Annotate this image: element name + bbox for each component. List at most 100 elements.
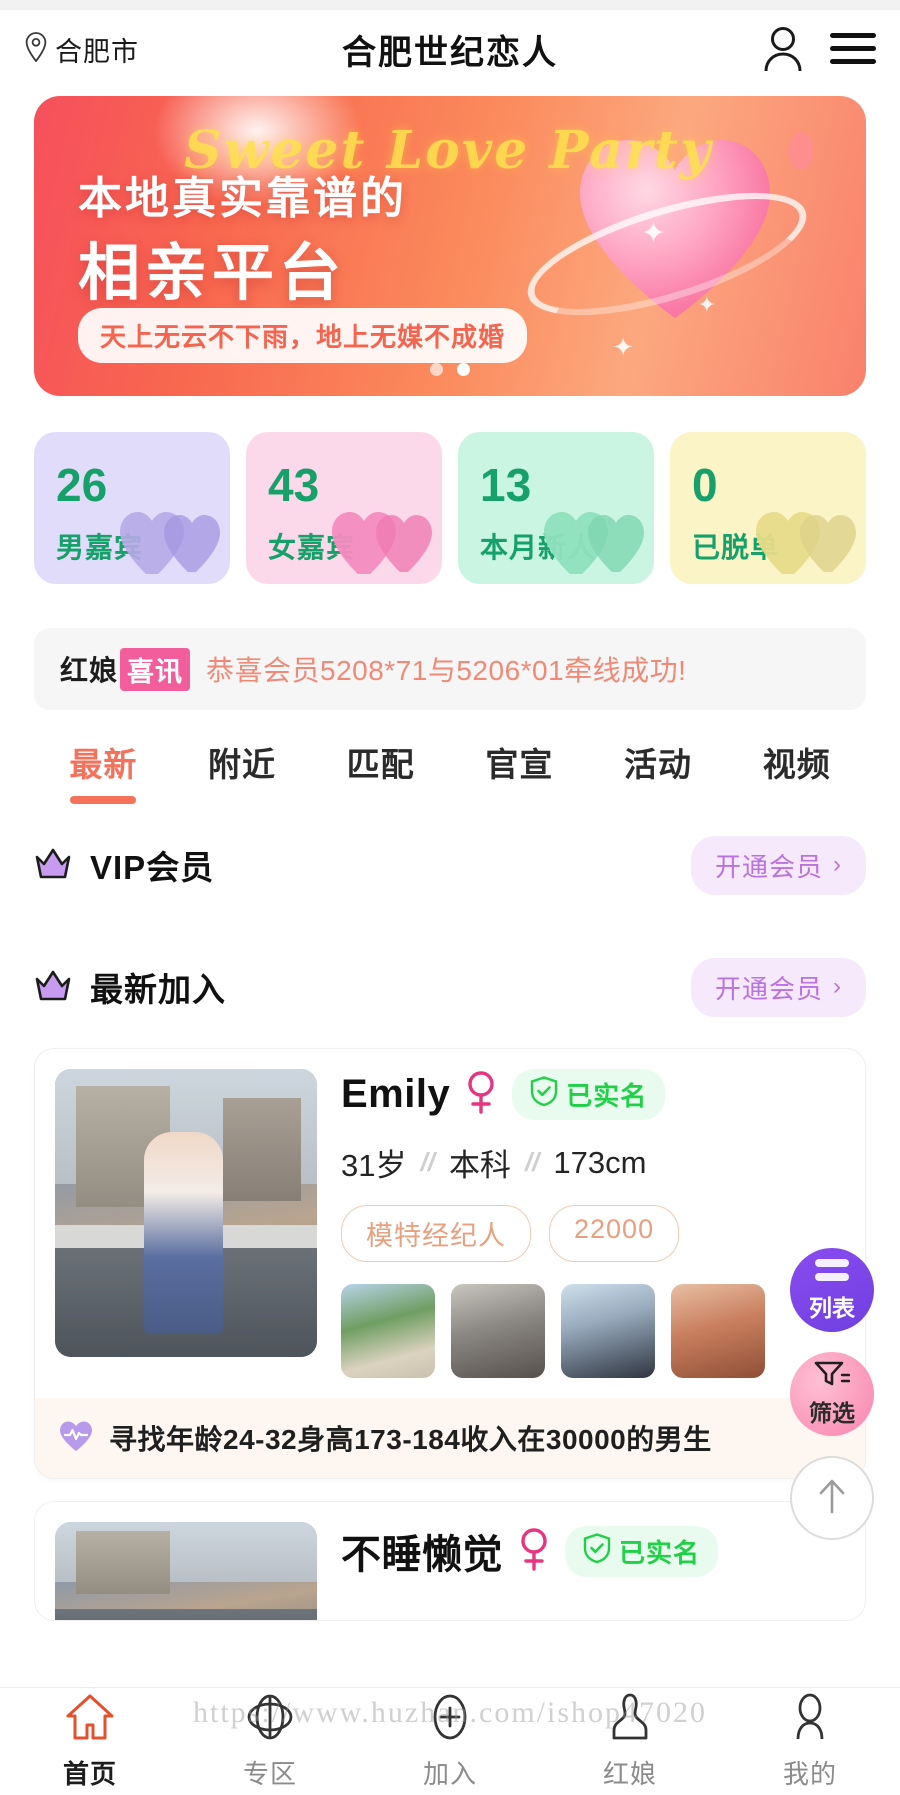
tab-match[interactable]: 匹配 <box>311 738 450 804</box>
filter-button[interactable]: 筛选 <box>790 1352 874 1436</box>
filter-icon <box>814 1361 851 1392</box>
banner-subtitle: 天上无云不下雨，地上无媒不成婚 <box>78 308 528 363</box>
news-badge-right: 喜讯 <box>120 647 191 691</box>
zone-icon <box>244 1693 296 1746</box>
chevron-right-icon: › <box>833 851 842 878</box>
verified-label: 已实名 <box>566 1081 648 1111</box>
carousel-dot[interactable] <box>430 363 443 376</box>
carousel-dot-active[interactable] <box>457 363 470 376</box>
profile-thumbnails <box>341 1284 845 1378</box>
tab-official[interactable]: 官宣 <box>450 738 589 804</box>
hamburger-menu-icon[interactable] <box>830 31 876 67</box>
tab-activity[interactable]: 活动 <box>589 738 728 804</box>
open-membership-button[interactable]: 开通会员 › <box>690 957 866 1017</box>
list-view-label: 列表 <box>809 1294 855 1321</box>
nav-label: 我的 <box>782 1758 837 1789</box>
status-strip <box>0 0 900 10</box>
status-badge-verified: 已实名 <box>512 1069 666 1120</box>
profile-photo[interactable] <box>55 1522 317 1620</box>
nav-label: 首页 <box>62 1758 117 1789</box>
user-icon <box>784 1693 836 1746</box>
crown-icon <box>34 845 72 886</box>
nav-label: 专区 <box>242 1758 297 1789</box>
banner-headline-1: 本地真实靠谱的 <box>78 174 407 223</box>
tab-label: 视频 <box>762 746 831 783</box>
news-message: 恭喜会员5208*71与5206*01牵线成功! <box>206 655 687 686</box>
double-heart-icon <box>332 512 432 574</box>
list-icon <box>815 1258 849 1287</box>
category-tabs: 最新 附近 匹配 官宣 活动 视频 <box>0 710 900 804</box>
thumbnail[interactable] <box>341 1284 435 1378</box>
status-badge-verified: 已实名 <box>565 1525 719 1577</box>
chevron-right-icon: › <box>833 973 842 1000</box>
app-header: 合肥市 合肥世纪恋人 <box>0 10 900 88</box>
tab-label: 匹配 <box>346 746 415 783</box>
nav-label: 加入 <box>422 1758 477 1789</box>
section-title: VIP会员 <box>90 849 215 886</box>
sparkle-icon: ✦ <box>697 292 716 317</box>
profile-wish-text: 寻找年龄24-32身高173-184收入在30000的男生 <box>109 1424 712 1455</box>
stat-card-female[interactable]: 43 女嘉宾 <box>246 432 442 584</box>
section-newest: 最新加入 开通会员 › <box>0 944 900 1030</box>
home-icon <box>64 1693 116 1746</box>
banner-slide[interactable]: ✦ ✦ ✦ Sweet Love Party 本地真实靠谱的 相亲平台 天上无云… <box>34 96 866 396</box>
nav-item-zone[interactable]: 专区 <box>180 1693 360 1791</box>
profile-photo[interactable] <box>55 1069 317 1357</box>
tab-label: 附近 <box>208 746 276 783</box>
double-heart-icon <box>756 512 856 574</box>
thumbnail[interactable] <box>671 1284 765 1378</box>
thumbnail[interactable] <box>561 1284 655 1378</box>
stat-card-male[interactable]: 26 男嘉宾 <box>34 432 230 584</box>
section-title: 最新加入 <box>90 971 226 1008</box>
bottom-navigation: 首页 专区 加入 红娘 我的 <box>0 1687 900 1795</box>
profile-card[interactable]: 不睡懒觉 已实名 <box>34 1501 866 1621</box>
tab-nearby[interactable]: 附近 <box>173 738 312 804</box>
thumbnail[interactable] <box>451 1284 545 1378</box>
shield-check-icon <box>583 1532 611 1570</box>
profile-name: Emily <box>341 1072 451 1116</box>
nav-item-matchmaker[interactable]: 红娘 <box>540 1693 720 1791</box>
open-membership-button[interactable]: 开通会员 › <box>690 835 866 895</box>
verified-label: 已实名 <box>619 1537 701 1568</box>
profile-tag-occupation: 模特经纪人 <box>341 1205 531 1262</box>
news-banner[interactable]: 红娘 喜讯 恭喜会员5208*71与5206*01牵线成功! <box>34 628 866 710</box>
carousel-dots[interactable] <box>34 363 866 376</box>
profile-age: 31岁 <box>341 1148 407 1183</box>
person-icon[interactable] <box>762 26 804 72</box>
location-selector[interactable]: 合肥市 <box>24 30 139 69</box>
filter-label: 筛选 <box>809 1399 855 1426</box>
matchmaker-icon <box>604 1693 656 1746</box>
nav-item-join[interactable]: 加入 <box>360 1693 540 1791</box>
profile-tag-income: 22000 <box>549 1205 680 1262</box>
nav-item-profile[interactable]: 我的 <box>720 1693 900 1791</box>
location-label: 合肥市 <box>55 36 139 67</box>
nav-label: 红娘 <box>602 1758 657 1789</box>
app-screen: 合肥市 合肥世纪恋人 ✦ ✦ ✦ Sweet Love Party 本地真实靠谱… <box>0 0 900 1795</box>
stat-card-new-this-month[interactable]: 13 本月新人 <box>458 432 654 584</box>
section-vip: VIP会员 开通会员 › <box>0 822 900 908</box>
stats-row: 26 男嘉宾 43 女嘉宾 13 本月新人 0 已脱单 <box>0 396 900 584</box>
tab-video[interactable]: 视频 <box>727 738 866 804</box>
banner-carousel[interactable]: ✦ ✦ ✦ Sweet Love Party 本地真实靠谱的 相亲平台 天上无云… <box>0 88 900 396</box>
open-membership-label: 开通会员 <box>714 973 823 1004</box>
shield-check-icon <box>530 1076 558 1113</box>
double-heart-icon <box>544 512 644 574</box>
plus-circle-icon <box>424 1693 476 1746</box>
nav-item-home[interactable]: 首页 <box>0 1693 180 1791</box>
meta-separator: // <box>420 1147 435 1177</box>
profile-card[interactable]: Emily 已实名 31岁 // 本科 // 173cm 模特经纪人 22000… <box>34 1048 866 1479</box>
tab-latest[interactable]: 最新 <box>34 738 173 804</box>
stat-card-matched[interactable]: 0 已脱单 <box>670 432 866 584</box>
tab-label: 最新 <box>69 746 138 783</box>
tab-label: 官宣 <box>485 746 554 783</box>
double-heart-icon <box>120 512 220 574</box>
sparkle-icon: ✦ <box>640 217 666 250</box>
banner-pill-decoration <box>788 132 814 170</box>
tab-label: 活动 <box>624 746 693 783</box>
arrow-up-icon <box>814 1476 850 1521</box>
list-view-button[interactable]: 列表 <box>790 1248 874 1332</box>
profile-wish-bar: 寻找年龄24-32身高173-184收入在30000的男生 <box>35 1398 865 1478</box>
profile-tags: 模特经纪人 22000 <box>341 1205 845 1262</box>
meta-separator: // <box>524 1147 540 1177</box>
scroll-to-top-button[interactable] <box>790 1456 874 1540</box>
